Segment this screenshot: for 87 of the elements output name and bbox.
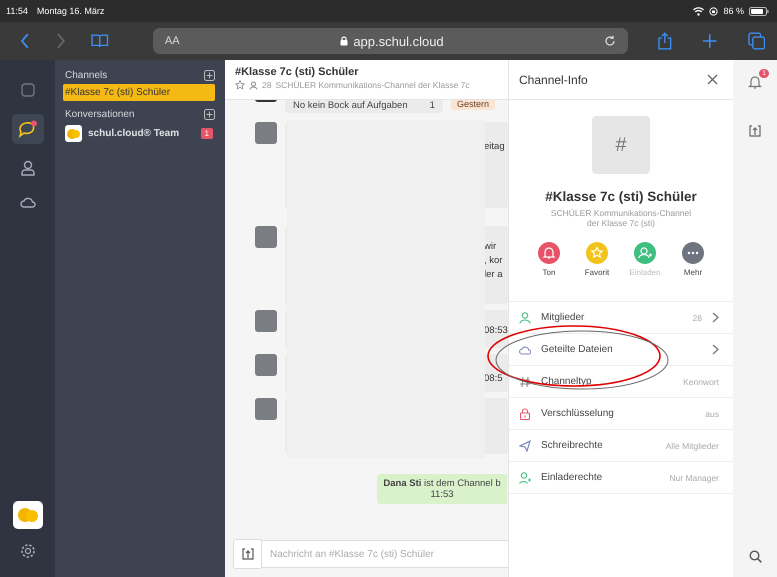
channel-title: #Klasse 7c (sti) Schüler bbox=[235, 66, 360, 78]
lock-icon bbox=[519, 408, 531, 420]
tabs-icon[interactable] bbox=[748, 32, 765, 50]
chat-bubble-icon bbox=[18, 120, 38, 138]
star-icon[interactable] bbox=[235, 80, 245, 90]
cloud-logo-icon bbox=[16, 507, 38, 523]
row-label: Verschlüsselung bbox=[541, 408, 615, 419]
book-icon[interactable] bbox=[91, 34, 109, 48]
chevron-right-icon bbox=[712, 344, 719, 355]
row-value: Nur Manager bbox=[669, 472, 719, 482]
row-value: Kennwort bbox=[683, 376, 719, 386]
date-badge: Gestern bbox=[451, 100, 496, 110]
message-text-fragment: 08:53 bbox=[484, 324, 508, 338]
plus-icon[interactable] bbox=[702, 33, 718, 49]
bell-icon bbox=[538, 242, 560, 264]
member-count: 28 bbox=[262, 80, 272, 90]
message-input[interactable]: Nachricht an #Klasse 7c (sti) Schüler bbox=[261, 540, 508, 568]
section-heading: Konversationen bbox=[65, 109, 134, 120]
avatar-photo bbox=[255, 310, 277, 332]
row-value: aus bbox=[705, 408, 719, 418]
send-icon bbox=[519, 440, 531, 452]
row-value: Alle Mitglieder bbox=[666, 440, 719, 450]
status-date: Montag 16. März bbox=[36, 6, 104, 16]
avatar-photo bbox=[255, 354, 277, 376]
upload-icon bbox=[242, 548, 254, 560]
cloud-icon bbox=[519, 344, 531, 356]
channel-avatar: # bbox=[592, 116, 650, 174]
row-label: Geteilte Dateien bbox=[541, 344, 614, 355]
channel-item[interactable]: #Klasse 7c (sti) Schüler bbox=[63, 84, 215, 101]
row-label: Einladerechte bbox=[541, 472, 604, 483]
action-button[interactable]: Mehr bbox=[678, 242, 708, 277]
reload-icon[interactable] bbox=[604, 35, 616, 47]
system-message-text: Dana Sti ist dem Channel b bbox=[383, 478, 501, 489]
channel-description: SCHÜLER Kommunikations-Channel der Klasse 7c bbox=[275, 80, 470, 90]
battery-icon bbox=[749, 6, 769, 16]
action-button[interactable]: Ton bbox=[534, 242, 564, 277]
person-icon bbox=[519, 312, 531, 324]
back-icon[interactable] bbox=[20, 33, 30, 49]
upload-icon[interactable] bbox=[749, 125, 761, 137]
conversation-name: schul.cloud® Team bbox=[88, 128, 180, 139]
add-person-icon bbox=[519, 472, 531, 484]
action-button[interactable]: Favorit bbox=[582, 242, 612, 277]
url-text: app.schul.cloud bbox=[353, 34, 444, 48]
close-icon[interactable] bbox=[707, 74, 718, 85]
grid-icon[interactable] bbox=[20, 82, 36, 98]
lock-rotation-icon bbox=[709, 6, 718, 16]
lock-icon bbox=[340, 36, 348, 46]
team-avatar-icon bbox=[65, 125, 82, 142]
avatar-photo bbox=[255, 226, 277, 248]
conversation-item[interactable]: schul.cloud® Team 1 bbox=[63, 123, 215, 144]
battery-percent: 86 % bbox=[723, 6, 744, 16]
search-icon[interactable] bbox=[748, 550, 762, 563]
message-time: 11:53 bbox=[430, 489, 454, 500]
panel-title: Channel-Info bbox=[519, 72, 588, 86]
upload-button[interactable] bbox=[233, 539, 261, 569]
person-icon bbox=[249, 80, 258, 90]
app-logo[interactable] bbox=[12, 501, 42, 529]
avatar-photo bbox=[255, 122, 277, 144]
add-person-icon bbox=[634, 242, 656, 264]
channel-description: SCHÜLER Kommunikations-Channel der Klasse 7c (sti) bbox=[550, 208, 692, 228]
person-icon[interactable] bbox=[20, 160, 36, 176]
chat-nav-button[interactable] bbox=[12, 114, 44, 144]
status-time: 11:54 bbox=[6, 6, 28, 16]
add-icon[interactable] bbox=[204, 70, 215, 81]
section-heading: Channels bbox=[65, 70, 108, 81]
share-icon[interactable] bbox=[658, 32, 672, 50]
more-icon bbox=[682, 242, 704, 264]
hash-icon bbox=[519, 376, 531, 388]
cloud-icon[interactable] bbox=[20, 196, 36, 208]
message-text: No kein Bock auf Aufgaben bbox=[293, 100, 408, 111]
message-text-fragment: , kor bbox=[484, 254, 504, 268]
avatar-photo bbox=[255, 398, 277, 420]
add-icon[interactable] bbox=[204, 109, 215, 120]
bell-icon[interactable] bbox=[748, 74, 762, 90]
text-size-button[interactable]: AA bbox=[164, 35, 180, 47]
unread-badge: 1 bbox=[200, 128, 213, 139]
message-time: 1 bbox=[430, 100, 435, 111]
row-value: 28 bbox=[692, 312, 702, 322]
message-text-fragment: eitag bbox=[484, 140, 506, 154]
settings-icon[interactable] bbox=[20, 543, 36, 559]
address-bar[interactable]: AA app.schul.cloud bbox=[152, 28, 628, 54]
channel-name: #Klasse 7c (sti) Schüler bbox=[545, 189, 697, 204]
row-label: Schreibrechte bbox=[541, 440, 604, 451]
wifi-icon bbox=[693, 6, 704, 16]
row-label: Mitglieder bbox=[541, 312, 586, 323]
chevron-right-icon bbox=[712, 312, 719, 323]
row-label: Channeltyp bbox=[541, 376, 593, 387]
